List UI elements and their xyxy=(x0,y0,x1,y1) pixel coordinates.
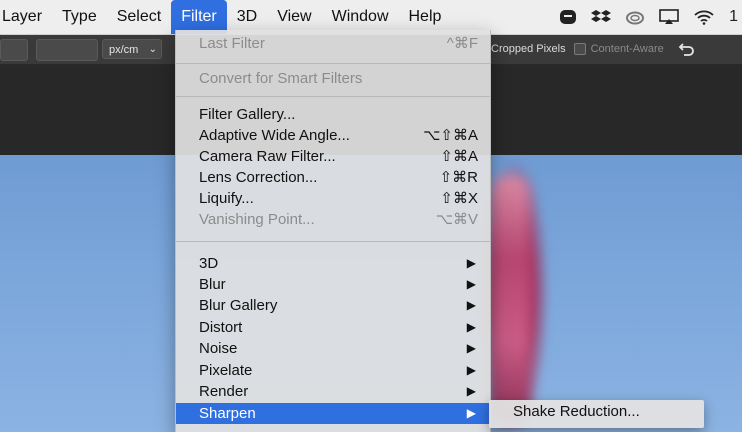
airplay-icon[interactable] xyxy=(659,9,679,25)
menu-item-camera-raw-filter[interactable]: Camera Raw Filter... ⇧⌘A xyxy=(176,146,490,167)
menu-item-blur[interactable]: Blur ▶ xyxy=(176,274,490,295)
creative-cloud-icon[interactable] xyxy=(625,9,645,25)
submenu-arrow-icon: ▶ xyxy=(466,320,476,334)
menu-item-label: Convert for Smart Filters xyxy=(199,70,363,87)
chevron-down-icon: ⌄ xyxy=(148,44,157,55)
menu-item-label: 3D xyxy=(199,255,219,272)
content-aware-checkbox[interactable] xyxy=(573,43,586,55)
menu-item-shake-reduction[interactable]: Shake Reduction... xyxy=(513,403,640,420)
menu-item-label: Last Filter xyxy=(199,35,265,52)
menu-item-label: Pixelate xyxy=(199,362,253,379)
submenu-arrow-icon: ▶ xyxy=(466,384,476,398)
menu-type[interactable]: Type xyxy=(52,0,107,34)
menu-select[interactable]: Select xyxy=(107,0,171,34)
sharpen-submenu: Shake Reduction... xyxy=(489,400,704,428)
menu-item-label: Lens Correction... xyxy=(199,169,318,186)
menu-item-label: Blur xyxy=(199,276,226,293)
menu-layer[interactable]: Layer xyxy=(0,0,52,34)
menu-item-label: Liquify... xyxy=(199,190,254,207)
menu-3d[interactable]: 3D xyxy=(227,0,267,34)
height-field[interactable] xyxy=(36,39,98,61)
menu-item-label: Adaptive Wide Angle... xyxy=(199,127,350,144)
canvas-image-figure xyxy=(490,175,530,425)
menu-filter[interactable]: Filter xyxy=(171,0,227,34)
menu-item-label: Noise xyxy=(199,340,238,357)
menu-item-filter-gallery[interactable]: Filter Gallery... xyxy=(176,104,490,125)
menu-item-vanishing-point[interactable]: Vanishing Point... ⌥⌘V xyxy=(176,209,490,230)
menu-item-shortcut: ^⌘F xyxy=(446,35,478,52)
menu-item-blur-gallery[interactable]: Blur Gallery ▶ xyxy=(176,295,490,316)
menu-item-convert-smart-filters[interactable]: Convert for Smart Filters xyxy=(176,68,490,89)
menu-item-label: Sharpen xyxy=(199,405,256,422)
status-text: 1 xyxy=(729,8,738,25)
menu-item-adaptive-wide-angle[interactable]: Adaptive Wide Angle... ⌥⇧⌘A xyxy=(176,125,490,146)
menu-item-label: Vanishing Point... xyxy=(199,211,315,228)
menu-item-shortcut: ⇧⌘R xyxy=(439,169,478,186)
submenu-arrow-icon: ▶ xyxy=(466,298,476,312)
status-menu-area: 1 xyxy=(559,0,742,34)
menu-item-distort[interactable]: Distort ▶ xyxy=(176,317,490,338)
submenu-arrow-icon: ▶ xyxy=(466,363,476,377)
menu-item-render[interactable]: Render ▶ xyxy=(176,381,490,402)
dashlane-icon[interactable] xyxy=(559,9,577,25)
menu-item-sharpen[interactable]: Sharpen ▶ xyxy=(176,403,490,424)
menu-item-lens-correction[interactable]: Lens Correction... ⇧⌘R xyxy=(176,167,490,188)
menu-view[interactable]: View xyxy=(267,0,321,34)
menu-item-shortcut: ⇧⌘X xyxy=(440,190,478,207)
menu-separator xyxy=(176,63,490,64)
menu-item-label: Render xyxy=(199,383,249,400)
content-aware-label: Content-Aware xyxy=(590,43,664,55)
menu-item-last-filter[interactable]: Last Filter ^⌘F xyxy=(176,33,490,54)
filter-menu: Last Filter ^⌘F Convert for Smart Filter… xyxy=(175,30,491,432)
menu-item-shortcut: ⇧⌘A xyxy=(440,148,478,165)
menu-item-shortcut: ⌥⌘V xyxy=(435,211,478,228)
menu-item-pixelate[interactable]: Pixelate ▶ xyxy=(176,360,490,381)
reset-icon[interactable] xyxy=(678,40,696,59)
submenu-arrow-icon: ▶ xyxy=(466,277,476,291)
wifi-icon[interactable] xyxy=(693,9,715,25)
dropbox-icon[interactable] xyxy=(591,9,612,25)
menu-item-label: Distort xyxy=(199,319,243,336)
menu-item-noise[interactable]: Noise ▶ xyxy=(176,338,490,359)
width-field[interactable] xyxy=(0,39,28,61)
menu-item-3d[interactable]: 3D ▶ xyxy=(176,253,490,274)
menu-item-label: Filter Gallery... xyxy=(199,106,296,123)
menu-separator xyxy=(176,241,490,242)
menu-item-label: Blur Gallery xyxy=(199,297,278,314)
menu-item-label: Camera Raw Filter... xyxy=(199,148,336,165)
delete-cropped-pixels-label[interactable]: Cropped Pixels xyxy=(491,43,566,55)
submenu-arrow-icon: ▶ xyxy=(466,256,476,270)
menu-window[interactable]: Window xyxy=(322,0,399,34)
submenu-arrow-icon: ▶ xyxy=(466,406,476,420)
submenu-arrow-icon: ▶ xyxy=(466,341,476,355)
unit-select[interactable]: px/cm ⌄ xyxy=(102,39,162,59)
unit-select-value: px/cm xyxy=(109,44,139,56)
menu-item-shortcut: ⌥⇧⌘A xyxy=(423,127,478,144)
menu-separator xyxy=(176,96,490,97)
menu-help[interactable]: Help xyxy=(399,0,452,34)
menu-item-liquify[interactable]: Liquify... ⇧⌘X xyxy=(176,188,490,209)
